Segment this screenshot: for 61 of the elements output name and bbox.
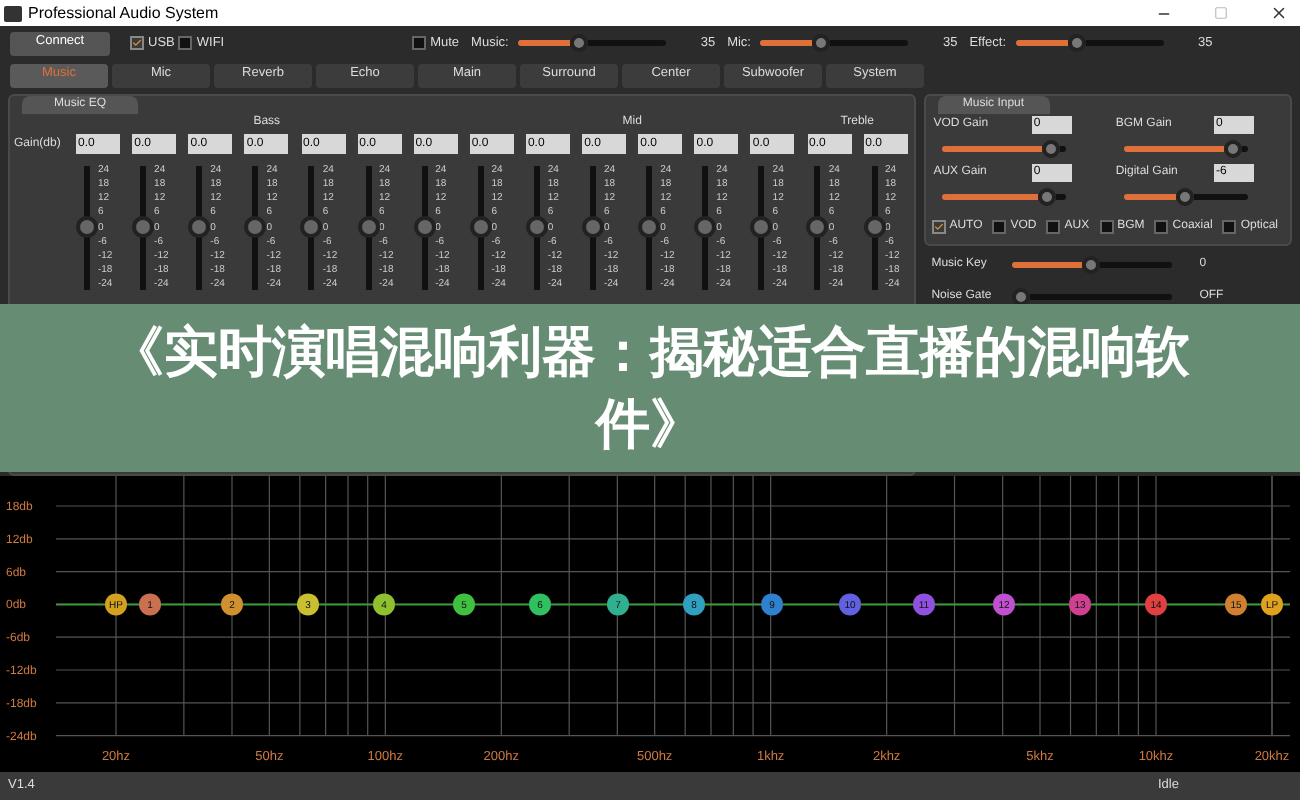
slider-thumb[interactable] [1042,140,1061,158]
checkbox[interactable] [1222,220,1237,234]
slider-thumb[interactable] [525,216,548,238]
slider-thumb[interactable] [638,216,661,238]
eq-point[interactable] [373,593,395,616]
checkbox[interactable] [931,220,946,234]
close-icon[interactable] [1270,4,1288,22]
slider-thumb[interactable] [570,34,589,52]
slider-thumb[interactable] [1038,188,1057,206]
eq-point[interactable] [105,593,127,616]
slider-thumb[interactable] [188,216,211,238]
slider-thumb[interactable] [244,216,267,238]
slider-thumb[interactable] [806,216,829,238]
eq-point[interactable] [529,593,551,616]
slider-fill [1123,194,1177,200]
slider-thumb[interactable] [863,216,886,238]
slider-fill [760,40,813,46]
checkbox[interactable] [1154,220,1169,234]
check-icon [933,220,944,234]
check-icon [132,36,142,50]
overlay-caption: 《实时演唱混响利器：揭秘适合直播的混响软件》 [108,320,1192,458]
eq-point[interactable] [139,593,161,616]
slider-thumb[interactable] [750,216,773,238]
slider-thumb[interactable] [413,216,436,238]
checkbox[interactable] [1099,220,1114,234]
slider-thumb[interactable] [300,216,323,238]
slider-fill [941,146,1043,152]
checkbox[interactable] [992,220,1007,234]
slider-thumb[interactable] [75,216,98,238]
slider-thumb[interactable] [1068,34,1087,52]
slider-thumb[interactable] [1176,188,1195,206]
slider-thumb[interactable] [132,216,155,238]
eq-point[interactable] [1069,593,1091,616]
slider-thumb[interactable] [1224,140,1243,158]
checkbox[interactable] [130,36,144,50]
eq-point[interactable] [761,593,783,616]
slider-thumb[interactable] [694,216,717,238]
eq-point[interactable] [1261,593,1283,616]
slider-thumb[interactable] [469,216,492,238]
eq-point[interactable] [1225,593,1247,616]
window-title: Professional Audio System [28,5,219,21]
slider-fill [1011,262,1083,268]
eq-point[interactable] [297,593,319,616]
eq-point[interactable] [993,593,1015,616]
slider-thumb[interactable] [1082,256,1101,274]
eq-point[interactable] [683,593,705,616]
checkbox[interactable] [412,36,427,50]
slider-thumb[interactable] [812,34,831,52]
eq-point[interactable] [453,593,475,616]
eq-point[interactable] [1145,593,1167,616]
eq-point[interactable] [221,593,243,616]
slider-thumb[interactable] [357,216,379,238]
eq-point[interactable] [607,593,629,616]
checkbox[interactable] [178,36,193,50]
slider-fill [1016,40,1069,46]
slider-thumb[interactable] [581,216,604,238]
slider-fill [1123,146,1225,152]
slider-fill [941,194,1039,200]
app-icon [4,5,22,21]
slider-fill [518,40,571,46]
checkbox[interactable] [1046,220,1061,234]
